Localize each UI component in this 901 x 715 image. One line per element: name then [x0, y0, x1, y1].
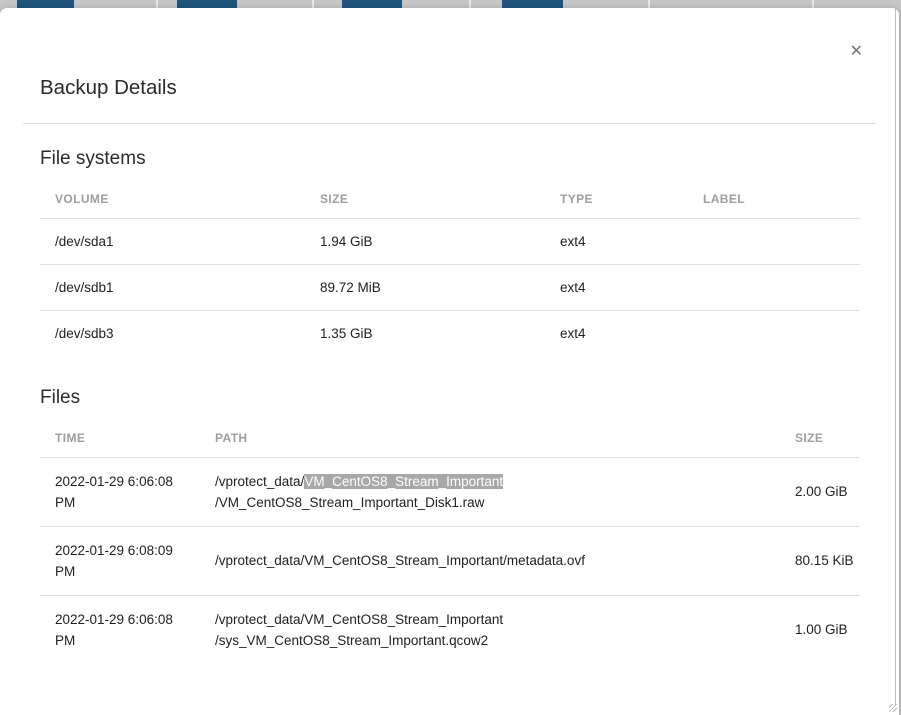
- filesystems-section: File systems VOLUMESIZETYPELABEL /dev/sd…: [0, 148, 899, 357]
- file-path-cell: /vprotect_data/VM_CentOS8_Stream_Importa…: [200, 457, 780, 526]
- file-path-text: /vprotect_data/VM_CentOS8_Stream_Importa…: [215, 553, 585, 568]
- file-path-text: /sys_VM_CentOS8_Stream_Important.qcow2: [215, 633, 488, 648]
- file-row: 2022-01-29 6:08:09 PM/vprotect_data/VM_C…: [40, 526, 860, 595]
- file-size-cell: 80.15 KiB: [780, 526, 860, 595]
- filesystem-row: /dev/sdb31.35 GiBext4: [40, 311, 860, 357]
- filesystems-column-header-label: LABEL: [688, 170, 860, 219]
- filesystems-column-header-volume: VOLUME: [40, 170, 305, 219]
- filesystem-label-cell: [688, 219, 860, 265]
- filesystems-header-row: VOLUMESIZETYPELABEL: [40, 170, 860, 219]
- file-time-cell: 2022-01-29 6:08:09 PM: [40, 526, 200, 595]
- file-path-text: /vprotect_data/VM_CentOS8_Stream_Importa…: [215, 612, 503, 627]
- background-separator: [469, 0, 471, 8]
- filesystem-type-cell: ext4: [545, 265, 688, 311]
- files-heading: Files: [40, 387, 859, 409]
- backup-details-modal: ✕ Backup Details File systems VOLUMESIZE…: [0, 8, 899, 715]
- file-time-cell: 2022-01-29 6:06:08 PM: [40, 595, 200, 664]
- file-size-cell: 2.00 GiB: [780, 457, 860, 526]
- background-toolbar-button: [342, 0, 402, 8]
- filesystem-row: /dev/sdb189.72 MiBext4: [40, 265, 860, 311]
- filesystems-table: VOLUMESIZETYPELABEL /dev/sda11.94 GiBext…: [40, 170, 860, 357]
- filesystem-type-cell: ext4: [545, 311, 688, 357]
- files-column-header-size: SIZE: [780, 409, 860, 458]
- background-toolbar-button: [177, 0, 237, 8]
- filesystems-column-header-type: TYPE: [545, 170, 688, 219]
- filesystem-row: /dev/sda11.94 GiBext4: [40, 219, 860, 265]
- resize-handle-icon: [889, 704, 897, 712]
- background-separator: [156, 0, 158, 8]
- filesystem-label-cell: [688, 311, 860, 357]
- file-path-cell: /vprotect_data/VM_CentOS8_Stream_Importa…: [200, 526, 780, 595]
- close-icon[interactable]: ✕: [850, 44, 863, 60]
- background-separator: [648, 0, 650, 8]
- file-path-line: /sys_VM_CentOS8_Stream_Important.qcow2: [215, 630, 780, 651]
- filesystem-volume-cell: /dev/sda1: [40, 219, 305, 265]
- filesystem-size-cell: 89.72 MiB: [305, 265, 545, 311]
- file-row: 2022-01-29 6:06:08 PM/vprotect_data/VM_C…: [40, 595, 860, 664]
- files-column-header-time: TIME: [40, 409, 200, 458]
- window-edge-line: [895, 8, 896, 705]
- background-separator: [312, 0, 314, 8]
- filesystem-volume-cell: /dev/sdb1: [40, 265, 305, 311]
- filesystem-volume-cell: /dev/sdb3: [40, 311, 305, 357]
- files-table: TIMEPATHSIZE 2022-01-29 6:06:08 PM/vprot…: [40, 409, 860, 664]
- file-path-line: /vprotect_data/VM_CentOS8_Stream_Importa…: [215, 471, 780, 492]
- filesystem-label-cell: [688, 265, 860, 311]
- filesystem-type-cell: ext4: [545, 219, 688, 265]
- file-path-line: /vprotect_data/VM_CentOS8_Stream_Importa…: [215, 609, 780, 630]
- background-toolbar-button: [502, 0, 563, 8]
- file-path-line: /VM_CentOS8_Stream_Important_Disk1.raw: [215, 492, 780, 513]
- title-divider: [23, 123, 876, 124]
- background-toolbar-button: [17, 0, 74, 8]
- modal-title: Backup Details: [40, 76, 859, 100]
- screen: ✕ Backup Details File systems VOLUMESIZE…: [0, 0, 901, 715]
- file-path-line: /vprotect_data/VM_CentOS8_Stream_Importa…: [215, 550, 780, 571]
- file-time-cell: 2022-01-29 6:06:08 PM: [40, 457, 200, 526]
- filesystems-heading: File systems: [40, 148, 859, 170]
- filesystem-size-cell: 1.35 GiB: [305, 311, 545, 357]
- filesystem-size-cell: 1.94 GiB: [305, 219, 545, 265]
- file-path-text: /VM_CentOS8_Stream_Important_Disk1.raw: [215, 495, 484, 510]
- file-path-selected-text: VM_CentOS8_Stream_Important: [304, 474, 503, 489]
- background-separator: [812, 0, 814, 8]
- filesystems-column-header-size: SIZE: [305, 170, 545, 219]
- file-path-text: /vprotect_data/: [215, 474, 304, 489]
- files-header-row: TIMEPATHSIZE: [40, 409, 860, 458]
- file-path-cell: /vprotect_data/VM_CentOS8_Stream_Importa…: [200, 595, 780, 664]
- files-column-header-path: PATH: [200, 409, 780, 458]
- file-size-cell: 1.00 GiB: [780, 595, 860, 664]
- files-section: Files TIMEPATHSIZE 2022-01-29 6:06:08 PM…: [0, 387, 899, 664]
- file-row: 2022-01-29 6:06:08 PM/vprotect_data/VM_C…: [40, 457, 860, 526]
